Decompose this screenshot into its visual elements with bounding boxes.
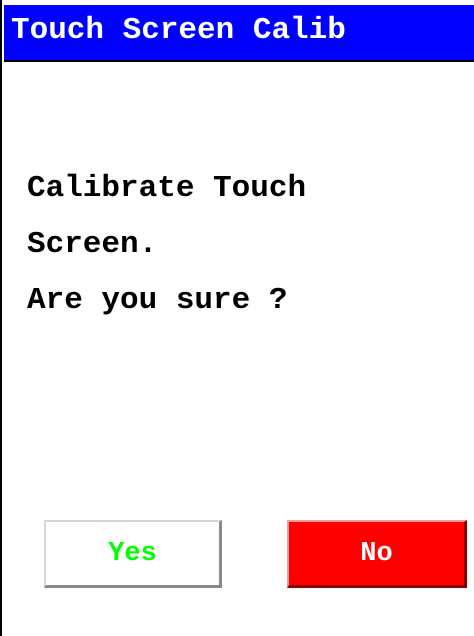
yes-button[interactable]: Yes [44, 520, 222, 588]
message-line-2: Screen. [27, 227, 158, 262]
message-line-3: Are you sure ? [27, 283, 288, 318]
no-button[interactable]: No [287, 520, 467, 588]
message-line-1: Calibrate Touch [27, 171, 307, 206]
yes-button-label: Yes [108, 538, 157, 569]
confirmation-message: Calibrate Touch Screen. Are you sure ? [27, 161, 457, 329]
no-button-label: No [360, 538, 393, 569]
calibration-dialog: Touch Screen Calib Calibrate Touch Scree… [0, 0, 474, 636]
window-title: Touch Screen Calib [11, 13, 346, 48]
title-bar: Touch Screen Calib [4, 5, 474, 62]
